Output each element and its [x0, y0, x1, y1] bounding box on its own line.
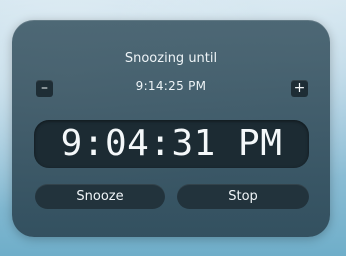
current-time-display: 9:04:31 PM — [34, 120, 309, 168]
snooze-button[interactable]: Snooze — [35, 184, 165, 209]
plus-icon: + — [293, 80, 306, 96]
stop-button[interactable]: Stop — [177, 184, 309, 209]
snooze-until-time: 9:14:25 PM — [135, 79, 207, 93]
increase-snooze-button[interactable]: + — [291, 80, 308, 97]
alarm-panel: Snoozing until – 9:14:25 PM + 9:04:31 PM… — [12, 20, 330, 237]
snooze-status-label: Snoozing until — [124, 51, 218, 66]
